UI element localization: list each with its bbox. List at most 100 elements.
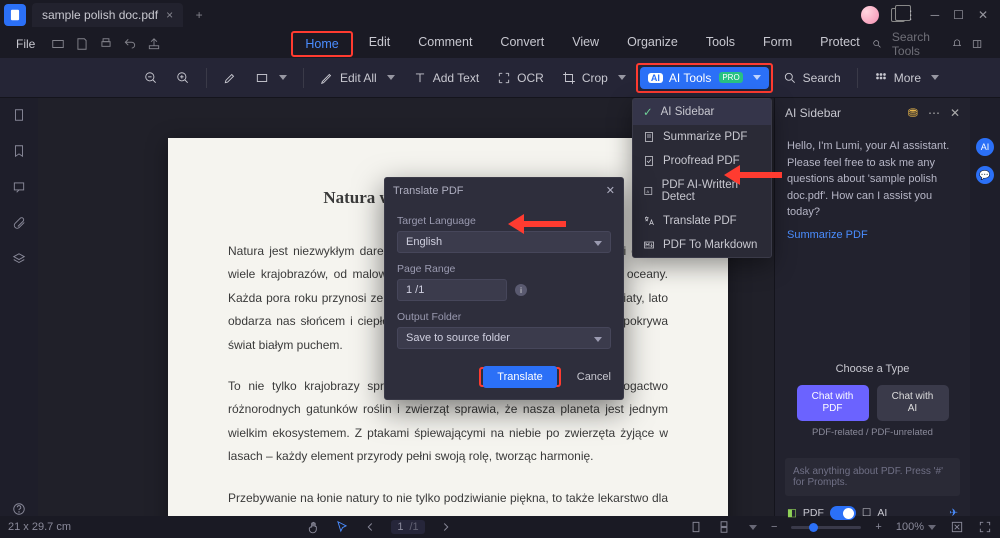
zoom-in-button[interactable] <box>168 67 198 89</box>
panel-toggle-icon[interactable] <box>972 37 982 51</box>
prev-page-icon[interactable] <box>363 520 377 534</box>
menu-edit[interactable]: Edit <box>357 31 403 57</box>
print-icon[interactable] <box>99 37 113 51</box>
share-icon[interactable] <box>147 37 161 51</box>
menu-form[interactable]: Form <box>751 31 804 57</box>
search-icon[interactable] <box>872 37 882 51</box>
send-icon[interactable]: ✈ <box>949 507 958 519</box>
page-range-label: Page Range <box>397 263 611 275</box>
continuous-page-icon[interactable] <box>717 520 731 534</box>
output-folder-label: Output Folder <box>397 311 611 323</box>
right-icon-rail: AI 💬 <box>970 98 1000 516</box>
bell-icon[interactable] <box>952 37 962 51</box>
next-page-icon[interactable] <box>439 520 453 534</box>
search-tools-placeholder[interactable]: Search Tools <box>892 30 942 58</box>
new-window-icon[interactable] <box>891 8 905 22</box>
grid-icon <box>874 71 888 85</box>
fullscreen-icon[interactable] <box>978 520 992 534</box>
more-button[interactable]: More <box>866 67 947 89</box>
ai-menu-proofread[interactable]: Proofread PDF <box>633 149 771 173</box>
ai-prompt-input[interactable]: Ask anything about PDF. Press '#' for Pr… <box>785 458 960 496</box>
zoom-out-status[interactable]: − <box>771 521 777 533</box>
chat-with-pdf-button[interactable]: Chat with PDF <box>797 385 869 421</box>
ai-menu-summarize[interactable]: Summarize PDF <box>633 125 771 149</box>
annotations-icon[interactable] <box>12 180 26 194</box>
zoom-slider[interactable] <box>791 526 861 529</box>
menu-convert[interactable]: Convert <box>488 31 556 57</box>
maximize-icon[interactable]: ☐ <box>953 8 964 22</box>
close-tab-icon[interactable]: × <box>166 8 173 22</box>
choose-type-label: Choose a Type <box>775 363 970 375</box>
ocr-icon <box>497 71 511 85</box>
open-icon[interactable] <box>51 37 65 51</box>
menu-organize[interactable]: Organize <box>615 31 690 57</box>
ai-tools-dropdown: ✓AI Sidebar Summarize PDF Proofread PDF … <box>632 98 772 258</box>
search-icon <box>783 71 797 85</box>
doc-icon <box>643 131 655 143</box>
ai-menu-detect[interactable]: APDF AI-Written Detect <box>633 173 771 209</box>
ocr-button[interactable]: OCR <box>489 67 552 89</box>
ai-menu-markdown[interactable]: PDF To Markdown <box>633 233 771 257</box>
zoom-level[interactable]: 100% <box>896 521 936 533</box>
hand-tool-icon[interactable] <box>307 520 321 534</box>
ai-tools-button[interactable]: AI AI Tools PRO <box>640 67 769 89</box>
thumbnails-icon[interactable] <box>12 108 26 122</box>
ai-menu-sidebar[interactable]: ✓AI Sidebar <box>633 99 771 125</box>
minimize-icon[interactable]: ─ <box>931 8 940 22</box>
menu-comment[interactable]: Comment <box>406 31 484 57</box>
target-language-label: Target Language <box>397 215 611 227</box>
fit-page-icon[interactable] <box>950 520 964 534</box>
translate-button[interactable]: Translate <box>483 366 556 388</box>
cancel-button[interactable]: Cancel <box>577 371 611 383</box>
menu-view[interactable]: View <box>560 31 611 57</box>
page-layout-dropdown[interactable] <box>745 521 757 533</box>
help-icon[interactable] <box>12 502 26 516</box>
page-indicator[interactable]: 1 /1 <box>391 520 424 534</box>
file-menu[interactable]: File <box>6 37 45 51</box>
ai-rail-icon[interactable]: AI <box>976 138 994 156</box>
select-tool-icon[interactable] <box>335 520 349 534</box>
kebab-menu-icon[interactable]: ⋮ <box>905 8 917 22</box>
ai-mode-label: AI <box>877 507 887 519</box>
document-tab[interactable]: sample polish doc.pdf × <box>32 3 183 27</box>
crop-icon <box>562 71 576 85</box>
chat-with-ai-button[interactable]: Chat with AI <box>877 385 949 421</box>
edit-all-button[interactable]: Edit All <box>312 67 403 89</box>
info-icon[interactable]: i <box>515 284 527 296</box>
summarize-pdf-link[interactable]: Summarize PDF <box>787 227 868 244</box>
target-language-select[interactable]: English <box>397 231 611 253</box>
page-size-label: 21 x 29.7 cm <box>8 521 71 533</box>
ai-menu-translate[interactable]: Translate PDF <box>633 209 771 233</box>
menu-protect[interactable]: Protect <box>808 31 872 57</box>
zoom-out-button[interactable] <box>136 67 166 89</box>
single-page-icon[interactable] <box>689 520 703 534</box>
output-folder-select[interactable]: Save to source folder <box>397 327 611 349</box>
new-tab-button[interactable]: + <box>189 8 209 22</box>
page-range-input[interactable]: 1 /1 <box>397 279 507 301</box>
ai-sidebar: AI Sidebar ⛃ ⋯ ✕ Hello, I'm Lumi, your A… <box>774 98 970 516</box>
chat-rail-icon[interactable]: 💬 <box>976 166 994 184</box>
attachments-icon[interactable] <box>12 216 26 230</box>
zoom-in-status[interactable]: + <box>875 521 881 533</box>
cart-icon[interactable]: ⛃ <box>908 106 918 120</box>
menu-tools[interactable]: Tools <box>694 31 747 57</box>
dialog-close-icon[interactable]: ✕ <box>606 184 615 197</box>
toolbar: Edit All Add Text OCR Crop AI AI Tools P… <box>0 58 1000 98</box>
bookmark-icon[interactable] <box>12 144 26 158</box>
search-button[interactable]: Search <box>775 67 849 89</box>
undo-icon[interactable] <box>123 37 137 51</box>
more-icon[interactable]: ⋯ <box>928 106 940 120</box>
crop-button[interactable]: Crop <box>554 67 634 89</box>
title-bar: sample polish doc.pdf × + ⋮ ─ ☐ ✕ <box>0 0 1000 30</box>
menu-home[interactable]: Home <box>291 31 352 57</box>
save-icon[interactable] <box>75 37 89 51</box>
add-text-button[interactable]: Add Text <box>405 67 487 89</box>
ai-badge-icon: AI <box>648 73 663 83</box>
close-window-icon[interactable]: ✕ <box>978 8 988 22</box>
highlighter-button[interactable] <box>215 67 245 89</box>
close-sidebar-icon[interactable]: ✕ <box>950 106 960 120</box>
shape-tool-button[interactable] <box>247 67 295 89</box>
user-avatar[interactable] <box>861 6 879 24</box>
layers-icon[interactable] <box>12 252 26 266</box>
mode-toggle[interactable] <box>830 506 856 520</box>
